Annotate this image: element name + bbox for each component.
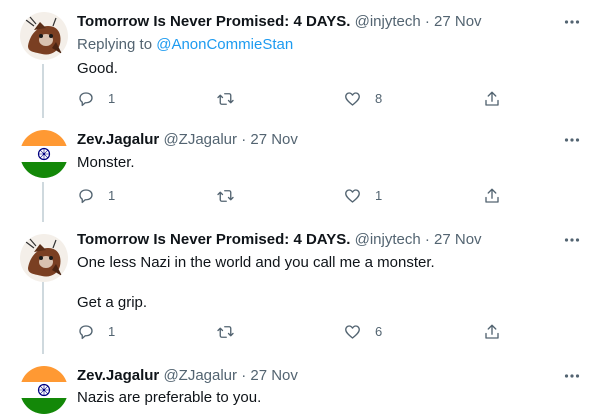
author-name[interactable]: Tomorrow Is Never Promised: 4 DAYS.: [77, 13, 350, 30]
replying-prefix: Replying to: [77, 36, 153, 53]
author-name[interactable]: Zev.Jagalur: [77, 367, 159, 384]
reply-count: 1: [108, 188, 116, 203]
tweet[interactable]: Zev.Jagalur @ZJagalur · 27 Nov Monster. …: [0, 118, 598, 222]
more-horizontal-icon: [564, 138, 580, 142]
reply-button[interactable]: 1: [77, 89, 115, 109]
more-button[interactable]: [563, 13, 581, 31]
tweet-text-line: Good.: [77, 60, 118, 77]
action-bar: 1 1: [77, 186, 507, 206]
more-button[interactable]: [563, 131, 581, 149]
reply-count: 1: [108, 324, 116, 339]
tweet-header: Tomorrow Is Never Promised: 4 DAYS. @inj…: [77, 230, 558, 250]
avatar[interactable]: [20, 234, 68, 282]
avatar-image: [20, 234, 68, 282]
tweet-header: Tomorrow Is Never Promised: 4 DAYS. @inj…: [77, 12, 558, 32]
meta-separator: ·: [241, 131, 247, 148]
meta-separator: ·: [241, 367, 247, 384]
like-count: 6: [375, 324, 383, 339]
replying-to: Replying to @AnonCommieStan: [77, 35, 293, 55]
reply-bubble-icon: [79, 189, 93, 204]
tweet[interactable]: Tomorrow Is Never Promised: 4 DAYS. @inj…: [0, 0, 598, 118]
tweet-text: Nazis are preferable to you.: [77, 388, 578, 408]
retweet-icon: [217, 93, 234, 105]
more-horizontal-icon: [564, 20, 580, 24]
tweet-text: Monster.: [77, 153, 578, 173]
tweet-text: Good.: [77, 59, 578, 79]
reply-count: 1: [108, 91, 116, 106]
meta-separator: ·: [424, 13, 430, 30]
retweet-icon: [217, 190, 234, 202]
retweet-button[interactable]: [216, 186, 248, 206]
reply-bubble-icon: [79, 92, 93, 107]
reply-bubble-icon: [79, 325, 93, 340]
heart-icon: [345, 325, 360, 339]
reply-button[interactable]: 1: [77, 186, 115, 206]
like-button[interactable]: 8: [343, 89, 382, 109]
tweet-text-line: One less Nazi in the world and you call …: [77, 254, 435, 271]
avatar[interactable]: [20, 130, 68, 178]
share-button[interactable]: [483, 186, 501, 206]
author-handle[interactable]: @ZJagalur: [163, 367, 237, 384]
share-button[interactable]: [483, 322, 501, 342]
avatar-image: [20, 12, 68, 60]
more-horizontal-icon: [564, 374, 580, 378]
share-upload-icon: [485, 188, 499, 203]
share-button[interactable]: [483, 89, 501, 109]
india-flag-avatar: [20, 130, 68, 178]
tweet[interactable]: Zev.Jagalur @ZJagalur · 27 Nov Nazis are…: [0, 354, 598, 416]
heart-icon: [345, 189, 360, 203]
share-upload-icon: [485, 324, 499, 339]
avatar[interactable]: [20, 12, 68, 60]
tweet-header: Zev.Jagalur @ZJagalur · 27 Nov: [77, 130, 558, 150]
retweet-icon: [217, 326, 234, 338]
share-upload-icon: [485, 91, 499, 106]
author-name[interactable]: Zev.Jagalur: [77, 131, 159, 148]
tweet-date[interactable]: 27 Nov: [250, 367, 298, 384]
action-bar: 1 6: [77, 322, 507, 342]
like-button[interactable]: 1: [343, 186, 382, 206]
reply-button[interactable]: 1: [77, 322, 115, 342]
tweet-text-line: Get a grip.: [77, 294, 148, 311]
retweet-button[interactable]: [216, 322, 248, 342]
more-button[interactable]: [563, 231, 581, 249]
action-bar: 1 8: [77, 89, 507, 109]
meta-separator: ·: [424, 231, 430, 248]
avatar[interactable]: [20, 366, 68, 414]
tweet-header: Zev.Jagalur @ZJagalur · 27 Nov: [77, 366, 558, 386]
india-flag-avatar: [20, 366, 68, 414]
author-handle[interactable]: @injytech: [355, 231, 421, 248]
more-button[interactable]: [563, 367, 581, 385]
retweet-button[interactable]: [216, 89, 248, 109]
like-button[interactable]: 6: [343, 322, 382, 342]
tweet-text-line: Nazis are preferable to you.: [77, 389, 262, 406]
tweet-date[interactable]: 27 Nov: [250, 131, 298, 148]
tweet-text-line: Monster.: [77, 154, 135, 171]
tweet[interactable]: Tomorrow Is Never Promised: 4 DAYS. @inj…: [0, 222, 598, 354]
tweet-text: One less Nazi in the world and you call …: [77, 253, 578, 313]
heart-icon: [345, 92, 360, 106]
like-count: 8: [375, 91, 383, 106]
author-handle[interactable]: @ZJagalur: [163, 131, 237, 148]
more-horizontal-icon: [564, 238, 580, 242]
tweet-date[interactable]: 27 Nov: [434, 231, 482, 248]
like-count: 1: [375, 188, 383, 203]
replying-to-link[interactable]: @AnonCommieStan: [156, 36, 293, 53]
author-handle[interactable]: @injytech: [355, 13, 421, 30]
author-name[interactable]: Tomorrow Is Never Promised: 4 DAYS.: [77, 231, 350, 248]
tweet-date[interactable]: 27 Nov: [434, 13, 482, 30]
